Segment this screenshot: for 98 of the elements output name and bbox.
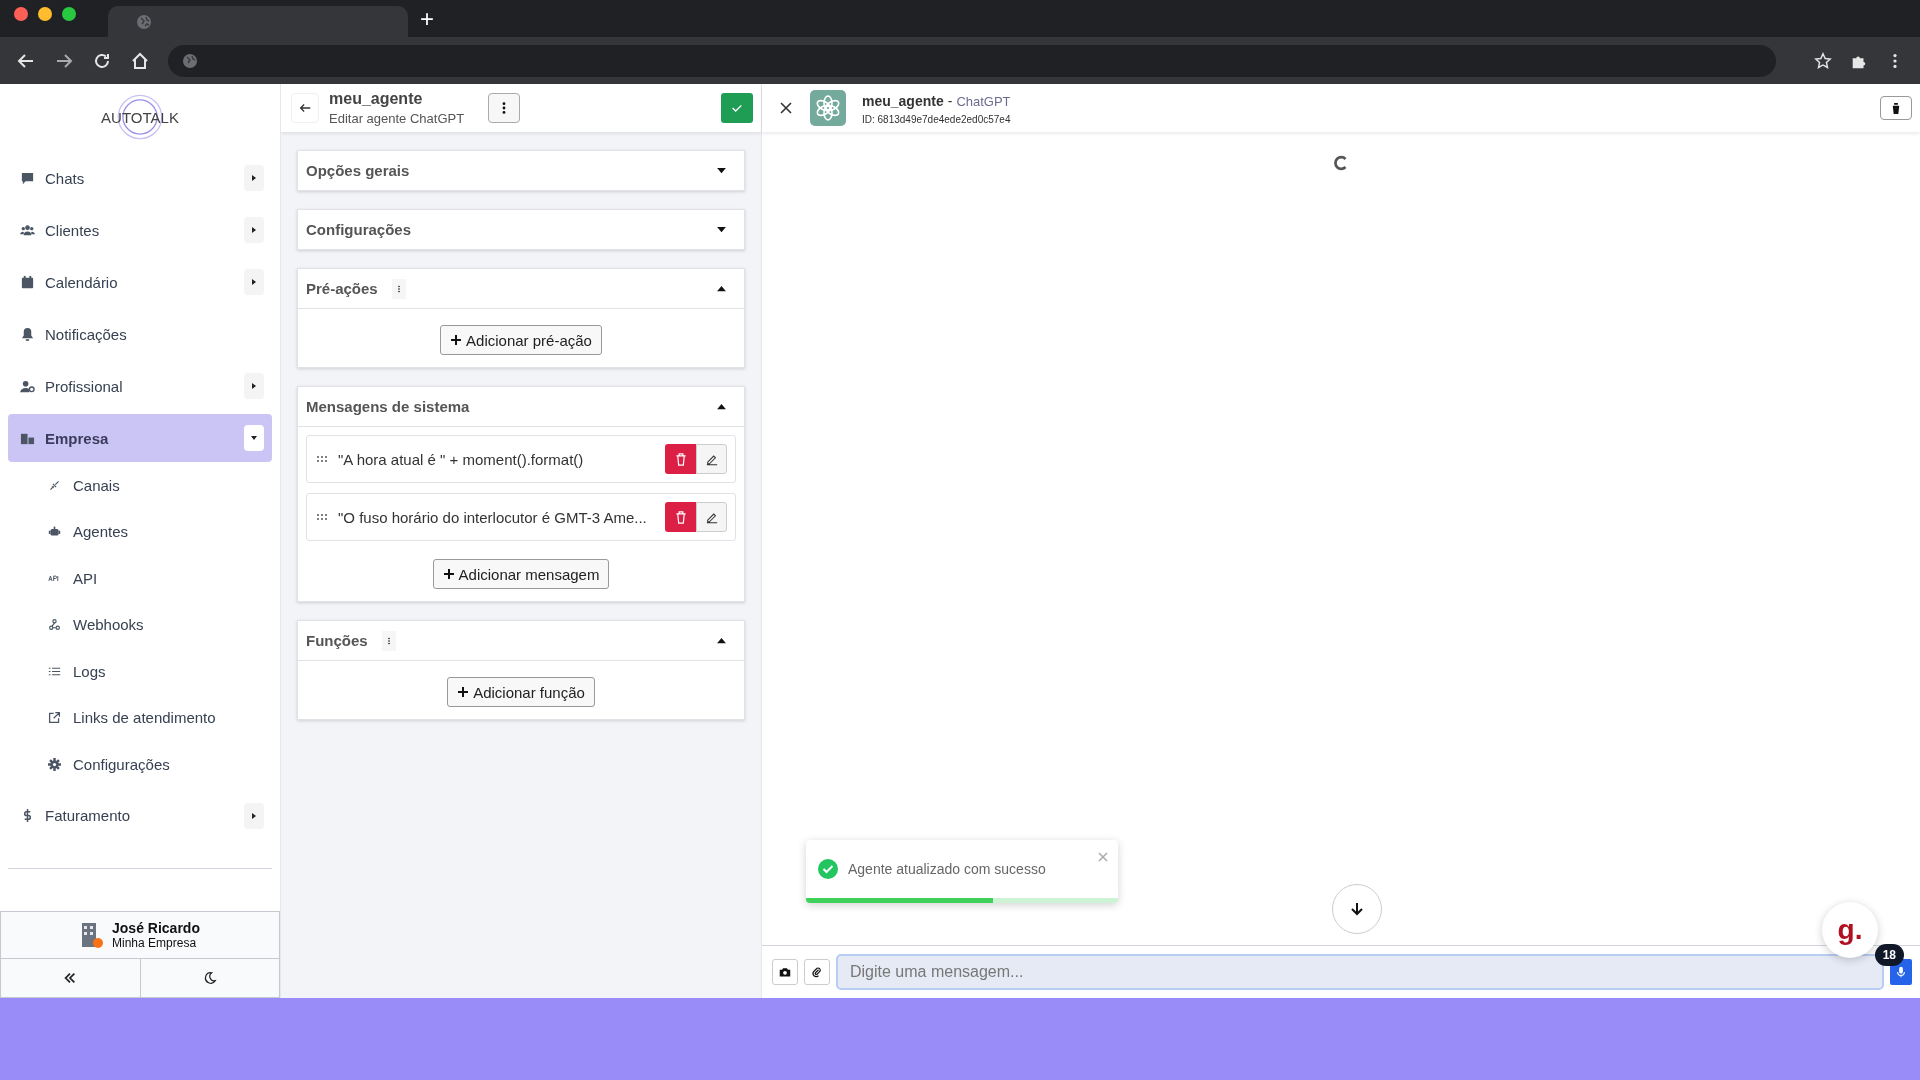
users-icon	[20, 222, 35, 238]
caret-button[interactable]	[244, 269, 264, 295]
toast-message: Agente atualizado com sucesso	[848, 861, 1046, 877]
section-menu-button[interactable]	[381, 630, 396, 651]
caret-icon	[715, 226, 727, 233]
down-arrow-icon	[1349, 901, 1365, 917]
kebab-icon	[502, 101, 507, 115]
camera-button[interactable]	[772, 959, 798, 985]
plus-icon	[457, 686, 470, 698]
sidebar-subitem[interactable]: Agentes	[8, 508, 272, 555]
caret-icon	[715, 167, 727, 174]
section-title: Mensagens de sistema	[306, 398, 470, 415]
sidebar-item[interactable]: Notificações	[8, 310, 272, 358]
message-row[interactable]: "O fuso horário do interlocutor é GMT-3 Ame...	[306, 493, 736, 541]
address-field[interactable]	[168, 44, 1776, 77]
chat-bubble-icon	[20, 170, 35, 186]
logo: AUTOTALK	[100, 93, 180, 141]
camera-icon	[779, 966, 791, 978]
close-window-icon[interactable]	[14, 6, 28, 21]
message-text: "O fuso horário do interlocutor é GMT-3 Ame...	[338, 508, 647, 526]
agent-id: ID: 6813d49e7de4ede2ed0c57e4	[862, 113, 1011, 125]
section-title: Pré-ações	[306, 280, 378, 297]
sidebar-subitem[interactable]: Canais	[8, 462, 272, 509]
calendar-icon	[20, 274, 35, 290]
sidebar-item[interactable]: Faturamento	[8, 791, 272, 840]
globe-icon	[136, 13, 152, 30]
agent-subtitle: Editar agente ChatGPT	[329, 111, 465, 126]
trash-icon	[674, 452, 687, 466]
drag-handle-icon[interactable]	[316, 513, 328, 521]
pencil-icon	[705, 452, 718, 466]
sidebar-item[interactable]: Profissional	[8, 362, 272, 410]
caret-button[interactable]	[244, 373, 264, 399]
notification-badge: 18	[1874, 944, 1904, 966]
sidebar-item[interactable]: Empresa	[8, 414, 272, 462]
paperclip-icon	[811, 966, 823, 978]
caret-icon	[715, 403, 727, 410]
agent-type: ChatGPT	[956, 93, 1011, 109]
plus-icon	[442, 568, 455, 580]
pencil-icon	[705, 510, 718, 524]
bell-icon	[20, 326, 35, 342]
company-name: Minha Empresa	[112, 936, 198, 950]
settings-icon	[48, 757, 61, 771]
sidebar-item[interactable]: Chats	[8, 154, 272, 202]
openai-logo-icon	[810, 90, 846, 126]
sidebar-item[interactable]: Calendário	[8, 258, 272, 306]
section-menu-button[interactable]	[391, 278, 406, 299]
add-button[interactable]: Adicionar pré-ação	[440, 325, 602, 355]
attach-button[interactable]	[804, 959, 830, 985]
agent-name: meu_agente	[862, 92, 944, 109]
star-icon[interactable]	[1814, 51, 1832, 70]
sidebar-subitem[interactable]: Logs	[8, 648, 272, 695]
new-tab-button[interactable]: +	[420, 6, 434, 31]
home-icon[interactable]	[130, 50, 150, 71]
minimize-window-icon[interactable]	[38, 6, 52, 21]
user-name: José Ricardo	[112, 920, 200, 936]
sidebar-subitem[interactable]: Links de atendimento	[8, 694, 272, 741]
webhook-icon	[48, 618, 61, 632]
close-icon[interactable]	[780, 102, 792, 114]
sidebar-subitem[interactable]: Webhooks	[8, 601, 272, 648]
building-icon	[80, 921, 105, 949]
plug-icon	[48, 478, 61, 492]
agent-title: meu_agente	[329, 90, 424, 108]
delete-button[interactable]	[1880, 96, 1912, 120]
back-button[interactable]	[291, 93, 319, 123]
user-gear-icon	[20, 378, 35, 394]
add-button[interactable]: Adicionar função	[447, 677, 595, 707]
robot-icon	[48, 525, 61, 539]
microphone-icon	[1896, 966, 1906, 978]
globe-icon	[182, 52, 198, 69]
sidebar-item[interactable]: Clientes	[8, 206, 272, 254]
separator: -	[947, 92, 953, 109]
caret-icon	[715, 285, 727, 292]
back-arrow-icon	[298, 101, 312, 115]
caret-button[interactable]	[244, 802, 264, 829]
caret-button[interactable]	[244, 217, 264, 243]
sidebar-subitem[interactable]: API	[8, 555, 272, 602]
message-row[interactable]: "A hora atual é " + moment().format()	[306, 435, 736, 483]
double-chevron-icon	[63, 971, 78, 985]
check-circle-icon	[818, 859, 838, 879]
maximize-window-icon[interactable]	[62, 6, 76, 21]
caret-icon	[715, 637, 727, 644]
caret-button[interactable]	[244, 165, 264, 191]
section-title: Configurações	[306, 221, 411, 238]
section-title: Opções gerais	[306, 162, 410, 179]
message-input[interactable]: Digite uma mensagem...	[836, 954, 1884, 990]
edit-button[interactable]	[696, 444, 727, 474]
sidebar-subitem[interactable]: Configurações	[8, 741, 272, 788]
add-button[interactable]: Adicionar mensagem	[432, 559, 610, 589]
moon-icon	[202, 971, 217, 985]
trash-icon	[1890, 101, 1902, 115]
message-text: "A hora atual é " + moment().format()	[338, 450, 584, 468]
external-link-icon	[48, 711, 61, 725]
caret-button[interactable]	[244, 425, 264, 451]
drag-handle-icon[interactable]	[316, 455, 328, 463]
edit-button[interactable]	[696, 502, 727, 532]
plus-icon	[450, 334, 463, 346]
section-title: Funções	[306, 632, 368, 649]
trash-icon	[674, 510, 687, 524]
